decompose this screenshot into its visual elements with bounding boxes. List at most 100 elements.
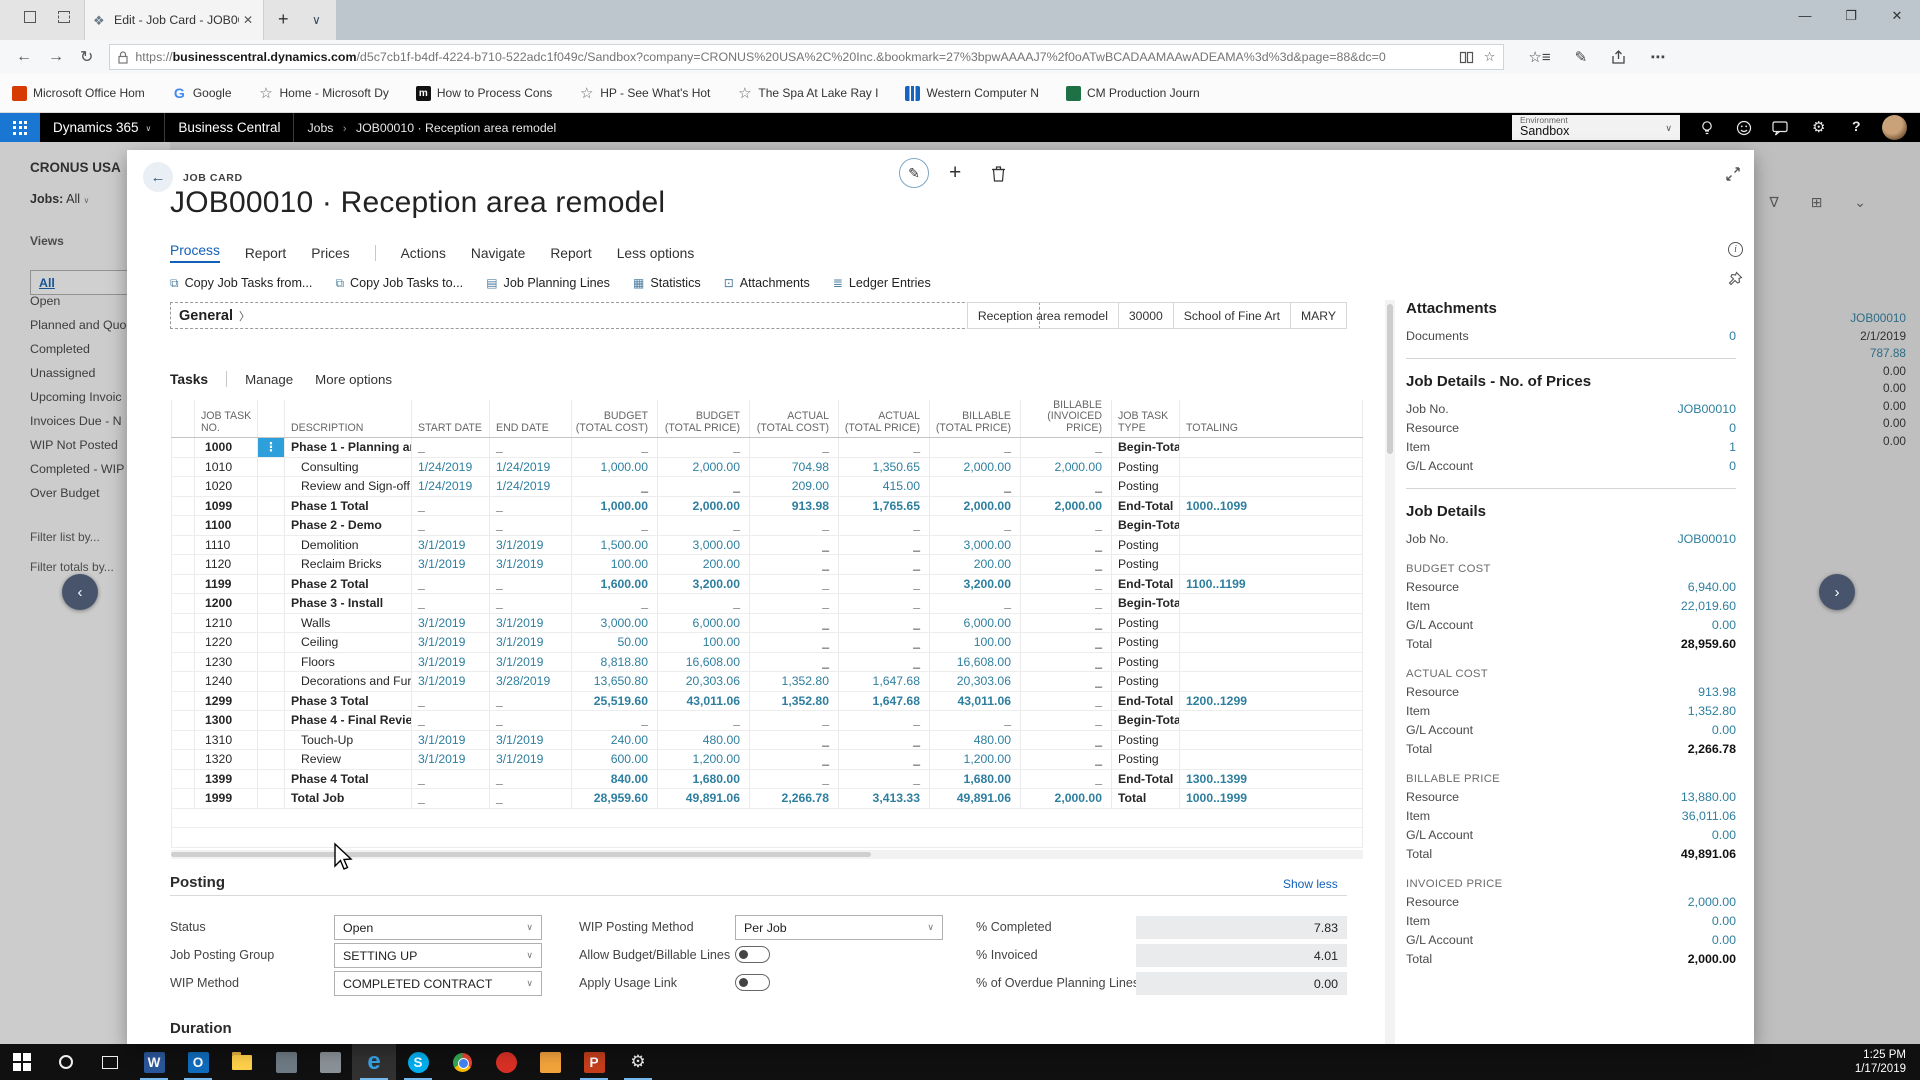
- column-header[interactable]: TOTALING: [1180, 400, 1363, 437]
- forward-button[interactable]: →: [48, 48, 64, 66]
- start-date-cell[interactable]: _: [412, 497, 490, 516]
- settings-gear-icon[interactable]: ⚙: [1812, 118, 1832, 138]
- factbox-value[interactable]: 0.00: [1712, 931, 1736, 950]
- table-row[interactable]: 1320Review3/1/20193/1/2019600.001,200.00…: [171, 750, 1363, 770]
- column-header[interactable]: [258, 400, 285, 437]
- amount-cell[interactable]: 43,011.06: [930, 692, 1021, 711]
- end-date-cell[interactable]: _: [490, 789, 572, 808]
- amount-cell[interactable]: 480.00: [658, 731, 750, 750]
- action-ledger-entries[interactable]: ≣Ledger Entries: [833, 276, 931, 290]
- totaling-cell[interactable]: [1180, 458, 1363, 477]
- amount-cell[interactable]: _: [839, 770, 930, 789]
- amount-cell[interactable]: 480.00: [930, 731, 1021, 750]
- job-task-type-cell[interactable]: Begin-Total: [1112, 516, 1180, 535]
- end-date-cell[interactable]: 3/1/2019: [490, 555, 572, 574]
- word-icon[interactable]: W: [132, 1044, 176, 1080]
- amount-cell[interactable]: _: [1021, 750, 1112, 769]
- row-options-cell[interactable]: ⋮: [258, 438, 285, 457]
- row-options-cell[interactable]: [258, 594, 285, 613]
- amount-cell[interactable]: 2,000.00: [658, 497, 750, 516]
- action-copy-job-tasks-from-[interactable]: ⧉Copy Job Tasks from...: [170, 276, 312, 291]
- end-date-cell[interactable]: _: [490, 594, 572, 613]
- amount-cell[interactable]: 3,000.00: [658, 536, 750, 555]
- show-less-link[interactable]: Show less: [1283, 877, 1338, 891]
- amount-cell[interactable]: _: [839, 750, 930, 769]
- start-date-cell[interactable]: 3/1/2019: [412, 633, 490, 652]
- amount-cell[interactable]: 6,000.00: [658, 614, 750, 633]
- amount-cell[interactable]: _: [1021, 594, 1112, 613]
- bookmark-item[interactable]: CM Production Journ: [1066, 86, 1200, 101]
- amount-cell[interactable]: 3,000.00: [930, 536, 1021, 555]
- amount-cell[interactable]: _: [930, 711, 1021, 730]
- amount-cell[interactable]: 1,680.00: [930, 770, 1021, 789]
- amount-cell[interactable]: _: [930, 438, 1021, 457]
- chrome-icon[interactable]: [440, 1044, 484, 1080]
- amount-cell[interactable]: _: [839, 555, 930, 574]
- column-header[interactable]: BILLABLE(TOTAL PRICE): [930, 400, 1021, 437]
- tab-preview-chevron-icon[interactable]: ∨: [312, 13, 321, 27]
- description-cell[interactable]: Phase 3 Total: [285, 692, 412, 711]
- table-row[interactable]: 1230Floors3/1/20193/1/20198,818.8016,608…: [171, 653, 1363, 673]
- row-selector-cell[interactable]: [171, 516, 195, 535]
- job-task-type-cell[interactable]: Begin-Total: [1112, 711, 1180, 730]
- table-row[interactable]: 1299Phase 3 Total__25,519.6043,011.061,3…: [171, 692, 1363, 712]
- window-close-button[interactable]: ✕: [1874, 0, 1920, 32]
- description-cell[interactable]: Ceiling: [285, 633, 412, 652]
- amount-cell[interactable]: _: [1021, 575, 1112, 594]
- amount-cell[interactable]: _: [839, 575, 930, 594]
- amount-cell[interactable]: 1,647.68: [839, 692, 930, 711]
- amount-cell[interactable]: 1,680.00: [658, 770, 750, 789]
- column-header[interactable]: BILLABLE(INVOICEDPRICE): [1021, 400, 1112, 437]
- start-date-cell[interactable]: _: [412, 692, 490, 711]
- amount-cell[interactable]: 100.00: [572, 555, 658, 574]
- totaling-cell[interactable]: [1180, 536, 1363, 555]
- lightbulb-icon[interactable]: [1697, 118, 1717, 138]
- end-date-cell[interactable]: 3/1/2019: [490, 653, 572, 672]
- end-date-cell[interactable]: _: [490, 438, 572, 457]
- table-row[interactable]: 1999Total Job__28,959.6049,891.062,266.7…: [171, 789, 1363, 809]
- row-options-cell[interactable]: [258, 653, 285, 672]
- show-tabs-icon[interactable]: [54, 11, 74, 29]
- amount-cell[interactable]: 2,000.00: [1021, 458, 1112, 477]
- environment-selector[interactable]: Environment Sandbox ∨: [1512, 115, 1680, 140]
- new-record-icon[interactable]: +: [949, 161, 961, 185]
- amount-cell[interactable]: _: [658, 438, 750, 457]
- general-fasttab-header[interactable]: General 〉: [170, 302, 1040, 329]
- amount-cell[interactable]: _: [750, 770, 839, 789]
- bookmark-item[interactable]: ☆The Spa At Lake Ray I: [737, 86, 878, 101]
- web-note-pen-icon[interactable]: ✎: [1575, 48, 1588, 66]
- dynamics365-chevron-icon[interactable]: ∨: [146, 124, 152, 133]
- action-attachments[interactable]: ⊡Attachments: [724, 276, 810, 290]
- amount-cell[interactable]: 43,011.06: [658, 692, 750, 711]
- window-maximize-button[interactable]: ❐: [1828, 0, 1874, 32]
- amount-cell[interactable]: 913.98: [750, 497, 839, 516]
- row-selector-cell[interactable]: [171, 497, 195, 516]
- row-selector-cell[interactable]: [171, 633, 195, 652]
- table-row[interactable]: 1010Consulting1/24/20191/24/20191,000.00…: [171, 458, 1363, 478]
- amount-cell[interactable]: 1,765.65: [839, 497, 930, 516]
- totaling-cell[interactable]: [1180, 516, 1363, 535]
- general-field[interactable]: Reception area remodel: [967, 302, 1119, 329]
- amount-cell[interactable]: 415.00: [839, 477, 930, 496]
- amount-cell[interactable]: 840.00: [572, 770, 658, 789]
- chat-feedback-icon[interactable]: [1770, 118, 1790, 138]
- row-selector-cell[interactable]: [171, 672, 195, 691]
- amount-cell[interactable]: 8,818.80: [572, 653, 658, 672]
- action-job-planning-lines[interactable]: ▤Job Planning Lines: [486, 276, 610, 290]
- back-button-circle[interactable]: ←: [143, 162, 173, 192]
- content-vertical-scrollbar[interactable]: [1385, 300, 1395, 1044]
- start-date-cell[interactable]: _: [412, 711, 490, 730]
- browser-tab[interactable]: ❖ Edit - Job Card - JOB000 ✕: [84, 0, 264, 40]
- job-task-type-cell[interactable]: Posting: [1112, 614, 1180, 633]
- row-selector-cell[interactable]: [171, 692, 195, 711]
- edge-icon[interactable]: e: [352, 1044, 396, 1080]
- amount-cell[interactable]: _: [1021, 555, 1112, 574]
- bookmark-item[interactable]: Western Computer N: [905, 86, 1038, 101]
- amount-cell[interactable]: 1,200.00: [930, 750, 1021, 769]
- attachments-title[interactable]: Attachments: [1406, 300, 1736, 317]
- amount-cell[interactable]: 240.00: [572, 731, 658, 750]
- description-cell[interactable]: Phase 4 Total: [285, 770, 412, 789]
- amount-cell[interactable]: 2,000.00: [930, 497, 1021, 516]
- job-task-type-cell[interactable]: Posting: [1112, 555, 1180, 574]
- amount-cell[interactable]: _: [839, 731, 930, 750]
